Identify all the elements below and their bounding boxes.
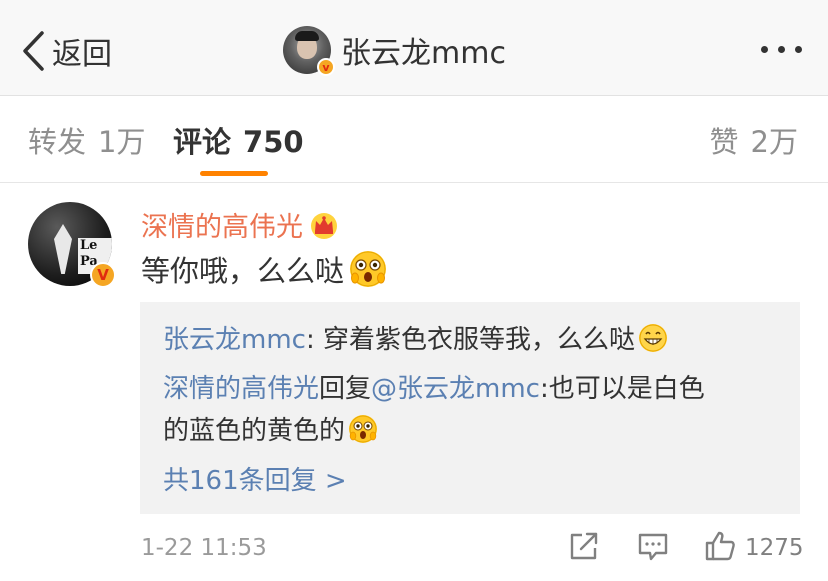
profile-title[interactable]: v 张云龙mmc bbox=[283, 26, 506, 76]
tab-like-count: 2万 bbox=[750, 125, 798, 159]
reply2-text-b: 的蓝色的黄色的 bbox=[163, 416, 346, 446]
reply-preview-box[interactable]: 张云龙mmc: 穿着紫色衣服等我，么么哒 深情的高伟光 回复 @张云龙mmc:也可以… bbox=[140, 302, 800, 514]
amazed-face-emoji-icon bbox=[349, 414, 378, 443]
verified-badge-icon: v bbox=[317, 58, 335, 76]
amazed-face-emoji-icon bbox=[350, 251, 387, 287]
dot bbox=[778, 46, 785, 53]
tab-comment[interactable]: 评论 750 bbox=[173, 119, 304, 161]
tab-repost[interactable]: 转发 1万 bbox=[28, 119, 145, 161]
active-tab-indicator bbox=[200, 171, 268, 176]
reply2-mention-link[interactable]: @张云龙mmc bbox=[371, 368, 540, 405]
reply2-verb: 回复 bbox=[319, 374, 372, 404]
comment-text: 等你哦，么么哒 bbox=[141, 248, 387, 290]
comment-author[interactable]: 深情的高伟光 bbox=[141, 205, 339, 244]
grin-emoji-icon bbox=[638, 323, 667, 352]
more-dots-icon[interactable] bbox=[761, 46, 802, 53]
avatar-figure bbox=[54, 224, 72, 274]
tab-bar: 转发 1万 评论 750 赞 2万 bbox=[0, 97, 828, 183]
comment-author-name: 深情的高伟光 bbox=[141, 212, 303, 243]
avatar-hair bbox=[295, 31, 319, 41]
tab-like-label: 赞 bbox=[709, 125, 739, 159]
comment-body: 等你哦，么么哒 bbox=[141, 254, 345, 288]
tab-repost-label: 转发 bbox=[28, 125, 87, 159]
reply1-text: : 穿着紫色衣服等我，么么哒 bbox=[305, 325, 635, 355]
comment-avatar-wrap: Le Pa V bbox=[28, 202, 116, 288]
reply-line-2: 深情的高伟光 回复 @张云龙mmc:也可以是白色 bbox=[163, 368, 705, 405]
share-icon bbox=[567, 529, 601, 567]
reply1-author-link[interactable]: 张云龙mmc bbox=[163, 319, 306, 356]
comment-timestamp: 1-22 11:53 bbox=[141, 535, 267, 561]
page-title: 张云龙mmc bbox=[341, 36, 506, 71]
top-navbar: 返回 v 张云龙mmc bbox=[0, 0, 828, 96]
chevron-left-icon bbox=[20, 30, 46, 72]
tab-repost-count: 1万 bbox=[98, 125, 146, 159]
verified-badge-icon: V bbox=[90, 262, 116, 288]
like-button[interactable]: 1275 bbox=[703, 530, 804, 566]
tab-comment-count: 750 bbox=[243, 125, 304, 159]
reply-line-1: 张云龙mmc: 穿着紫色衣服等我，么么哒 bbox=[163, 319, 667, 356]
tab-comment-label: 评论 bbox=[173, 125, 232, 159]
crown-icon bbox=[309, 211, 339, 239]
comment-icon bbox=[636, 529, 670, 567]
dot bbox=[761, 46, 768, 53]
tab-like[interactable]: 赞 2万 bbox=[710, 119, 798, 161]
comment-button[interactable] bbox=[636, 530, 670, 566]
reply2-author-link[interactable]: 深情的高伟光 bbox=[163, 368, 319, 405]
reply-line-3: 的蓝色的黄色的 bbox=[163, 410, 378, 447]
back-label: 返回 bbox=[52, 37, 112, 72]
thumbs-up-icon bbox=[703, 529, 737, 567]
like-count: 1275 bbox=[745, 535, 804, 561]
share-button[interactable] bbox=[567, 530, 601, 566]
more-replies-link[interactable]: 共161条回复 > bbox=[163, 460, 347, 497]
back-button[interactable]: 返回 bbox=[20, 28, 112, 74]
avatar[interactable]: v bbox=[283, 26, 335, 76]
reply2-text-a: :也可以是白色 bbox=[539, 374, 705, 404]
dot bbox=[795, 46, 802, 53]
